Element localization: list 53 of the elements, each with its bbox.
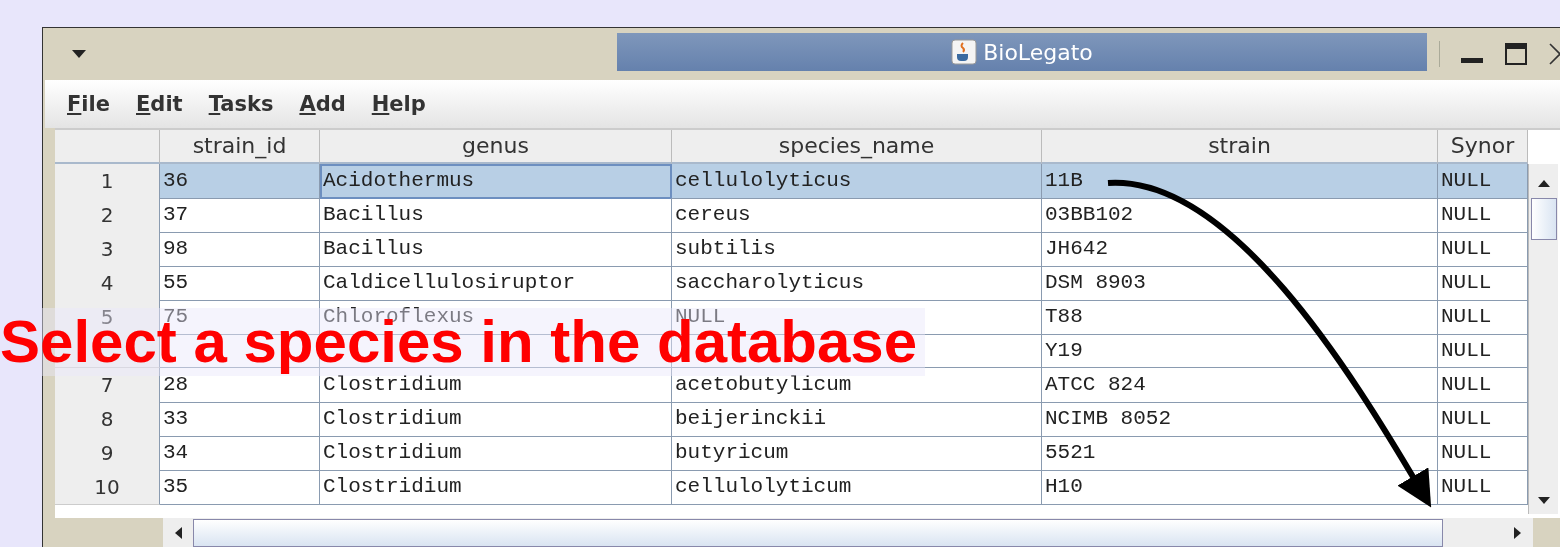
table-cell: Caldicellulosiruptor xyxy=(320,266,672,301)
column-header[interactable]: strain_id xyxy=(160,130,320,164)
table-cell: DSM 8903 xyxy=(1042,266,1438,301)
table-cell: 5521 xyxy=(1042,436,1438,471)
column-header[interactable]: genus xyxy=(320,130,672,164)
row-number: 3 xyxy=(55,232,160,267)
menu-item[interactable]: File xyxy=(67,92,110,116)
table-cell: 36 xyxy=(160,164,320,199)
table-cell: cellulolyticus xyxy=(672,164,1042,199)
row-number: 9 xyxy=(55,436,160,471)
table-cell: JH642 xyxy=(1042,232,1438,267)
menu-item[interactable]: Edit xyxy=(136,92,183,116)
row-number: 2 xyxy=(55,198,160,233)
column-header[interactable]: Synor xyxy=(1438,130,1528,164)
table-cell: ATCC 824 xyxy=(1042,368,1438,403)
window-title: BioLegato xyxy=(983,39,1093,65)
table-cell: 35 xyxy=(160,470,320,505)
table-cell: H10 xyxy=(1042,470,1438,505)
table-cell: beijerinckii xyxy=(672,402,1042,437)
table-cell: subtilis xyxy=(672,232,1042,267)
table-cell: 34 xyxy=(160,436,320,471)
row-number: 1 xyxy=(55,164,160,199)
table-cell: NCIMB 8052 xyxy=(1042,402,1438,437)
column-header[interactable]: species_name xyxy=(672,130,1042,164)
table-cell: 37 xyxy=(160,198,320,233)
table-cell: Clostridium xyxy=(320,402,672,437)
menu-item[interactable]: Help xyxy=(371,92,426,116)
menu-item[interactable]: Add xyxy=(299,92,346,116)
table-cell: Y19 xyxy=(1042,334,1438,368)
table-cell: Clostridium xyxy=(320,436,672,471)
table-cell: Bacillus xyxy=(320,232,672,267)
table-cell: cellulolyticum xyxy=(672,470,1042,505)
table-cell: T88 xyxy=(1042,300,1438,335)
table-cell: Clostridium xyxy=(320,470,672,505)
table-cell: cereus xyxy=(672,198,1042,233)
table-cell: 03BB102 xyxy=(1042,198,1438,233)
row-number: 7 xyxy=(55,368,160,403)
table-cell: 55 xyxy=(160,266,320,301)
table-cell: acetobutylicum xyxy=(672,368,1042,403)
table-cell: Bacillus xyxy=(320,198,672,233)
row-number: 10 xyxy=(55,470,160,505)
table-cell: butyricum xyxy=(672,436,1042,471)
table-cell: 11B xyxy=(1042,164,1438,199)
table-cell: Acidothermus xyxy=(320,164,672,199)
menu-item[interactable]: Tasks xyxy=(208,92,274,116)
table-cell: 33 xyxy=(160,402,320,437)
table-cell: saccharolyticus xyxy=(672,266,1042,301)
row-number: 8 xyxy=(55,402,160,437)
table-cell: NULL xyxy=(1438,164,1528,199)
table-cell: 98 xyxy=(160,232,320,267)
column-header[interactable]: strain xyxy=(1042,130,1438,164)
table-cell: Clostridium xyxy=(320,368,672,403)
row-number: 4 xyxy=(55,266,160,301)
